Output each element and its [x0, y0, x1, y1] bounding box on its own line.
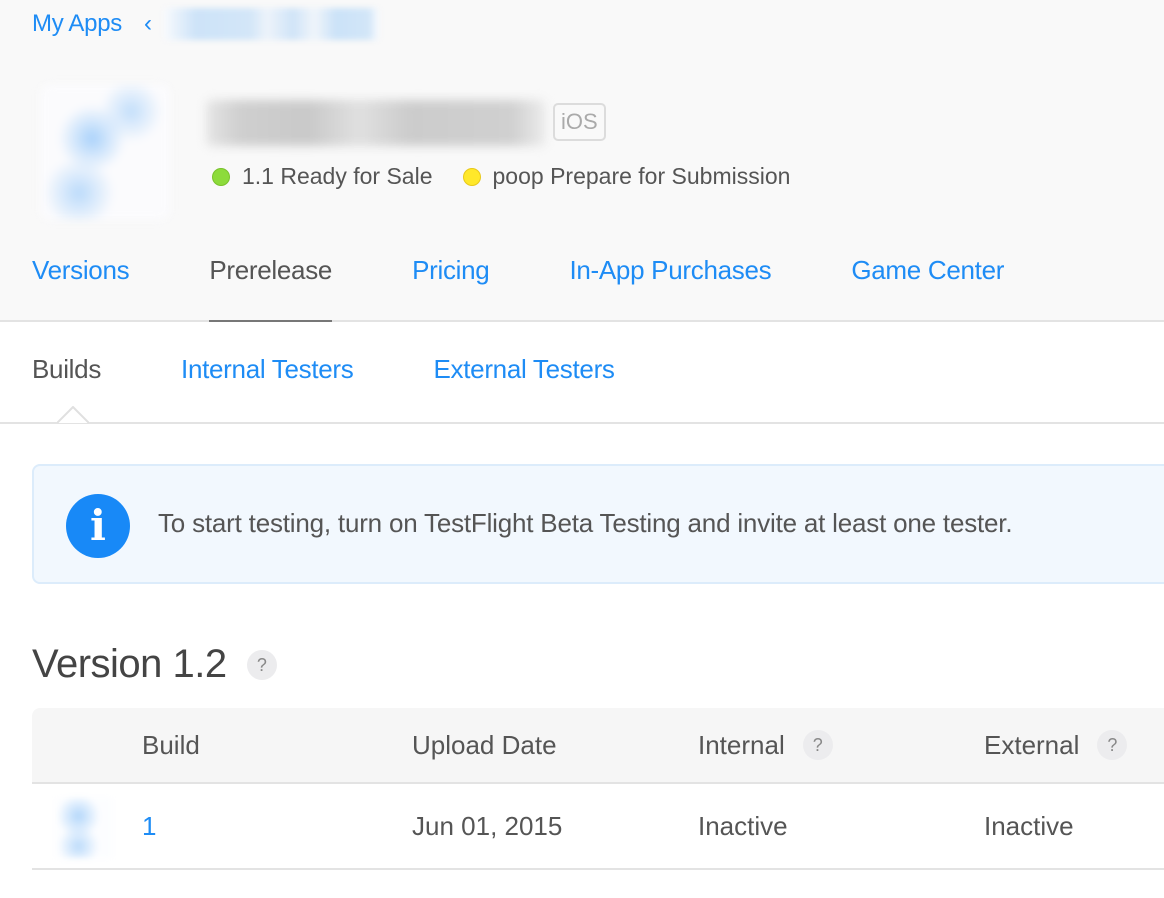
version-heading: Version 1.2 ?: [32, 642, 277, 687]
breadcrumb-current-app-redacted[interactable]: [163, 8, 379, 40]
help-icon[interactable]: ?: [802, 730, 833, 760]
status-label: poop Prepare for Submission: [492, 163, 791, 189]
subtabs-divider: [0, 422, 1164, 424]
tab-prerelease[interactable]: Prerelease: [209, 250, 332, 322]
internal-status-cell: Inactive: [698, 810, 788, 841]
subtab-internal-testers[interactable]: Internal Testers: [181, 354, 354, 385]
app-header: My Apps ‹ iOS 1.1 Ready for Sale poop Pr…: [0, 0, 1164, 322]
info-banner: i To start testing, turn on TestFlight B…: [32, 464, 1164, 584]
breadcrumb-my-apps-link[interactable]: My Apps: [32, 10, 122, 38]
green-status-dot-icon: [212, 167, 230, 186]
tab-in-app-purchases[interactable]: In-App Purchases: [569, 250, 771, 322]
version-title: Version 1.2: [32, 642, 227, 686]
info-icon: i: [66, 494, 130, 558]
table-header: Build Upload Date Internal ? External ?: [32, 708, 1164, 784]
column-label: Build: [142, 729, 200, 760]
tab-pricing[interactable]: Pricing: [412, 250, 490, 322]
column-header-upload-date[interactable]: Upload Date: [412, 708, 557, 782]
chevron-left-icon[interactable]: ‹: [144, 10, 152, 38]
column-label: Internal: [698, 729, 785, 760]
column-header-build[interactable]: Build: [142, 708, 200, 782]
platform-badge: iOS: [553, 103, 606, 141]
yellow-status-dot-icon: [462, 167, 481, 186]
tab-game-center[interactable]: Game Center: [851, 250, 1004, 322]
breadcrumb: My Apps ‹: [32, 8, 379, 40]
build-number-link[interactable]: 1: [142, 811, 156, 842]
app-icon: [40, 84, 170, 220]
upload-date-cell: Jun 01, 2015: [412, 810, 563, 841]
info-banner-text: To start testing, turn on TestFlight Bet…: [158, 508, 1013, 538]
external-status-cell: Inactive: [984, 810, 1074, 841]
builds-table: Build Upload Date Internal ? External ? …: [32, 708, 1164, 870]
status-ready-for-sale[interactable]: 1.1 Ready for Sale: [212, 163, 433, 190]
help-icon[interactable]: ?: [1097, 730, 1128, 760]
help-icon[interactable]: ?: [246, 649, 277, 680]
build-number-cell: 1: [142, 784, 156, 868]
column-label: Upload Date: [412, 729, 557, 760]
app-title-redacted: [206, 100, 546, 146]
column-label: External: [984, 729, 1080, 760]
subtab-builds[interactable]: Builds: [32, 354, 101, 385]
build-app-icon: [56, 798, 112, 858]
column-header-external[interactable]: External ?: [984, 708, 1128, 782]
main-tabs: Versions Prerelease Pricing In-App Purch…: [32, 250, 1084, 322]
tab-versions[interactable]: Versions: [32, 250, 130, 322]
status-prepare-for-submission[interactable]: poop Prepare for Submission: [462, 163, 791, 190]
subtab-external-testers[interactable]: External Testers: [434, 354, 615, 385]
status-label: 1.1 Ready for Sale: [242, 163, 433, 189]
table-row: 1 Jun 01, 2015 Inactive Inactive: [32, 784, 1164, 870]
sub-tabs: Builds Internal Testers External Testers: [32, 354, 695, 385]
column-header-internal[interactable]: Internal ?: [698, 708, 833, 782]
app-status-row: 1.1 Ready for Sale poop Prepare for Subm…: [212, 163, 820, 190]
